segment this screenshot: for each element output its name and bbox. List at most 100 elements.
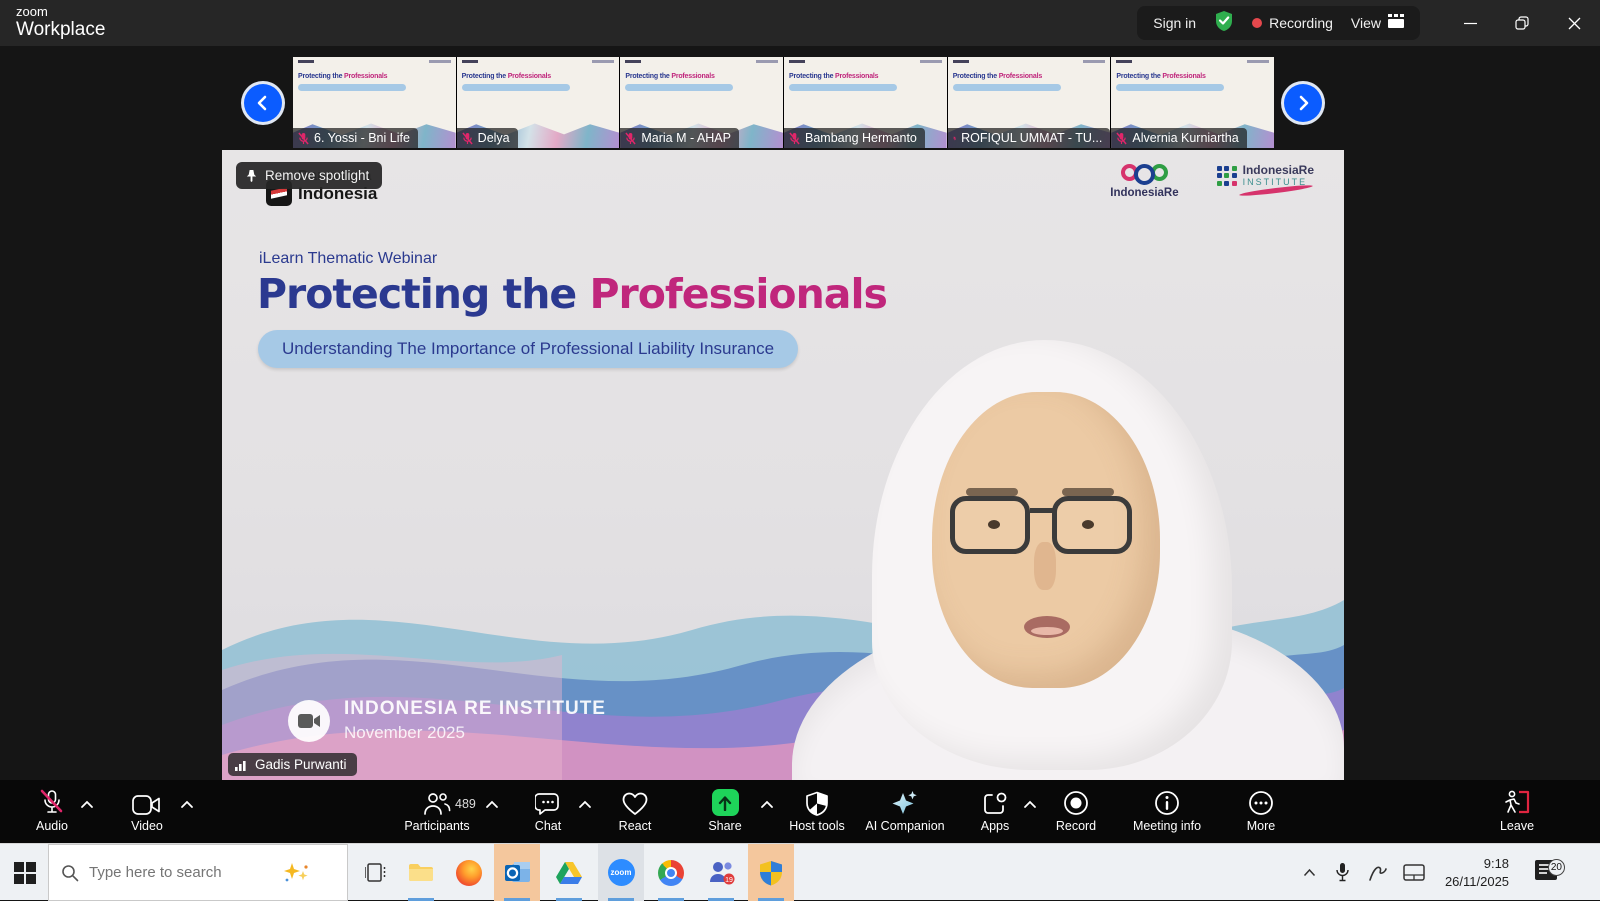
- pin-icon: [245, 169, 258, 183]
- slide-title-part1: Protecting the: [257, 270, 589, 318]
- outlook-icon: [504, 861, 531, 885]
- chrome-taskbar-icon[interactable]: [648, 844, 694, 901]
- minimize-button[interactable]: [1444, 0, 1496, 46]
- chevron-up-icon: [1303, 868, 1316, 877]
- participant-thumbnail[interactable]: Protecting the Professionals Alvernia Ku…: [1111, 57, 1274, 148]
- filmstrip-prev-button[interactable]: [244, 84, 282, 122]
- clock-time: 9:18: [1445, 855, 1509, 873]
- notification-center-button[interactable]: 20: [1524, 844, 1568, 901]
- tray-pen-button[interactable]: [1363, 844, 1393, 901]
- participant-thumbnail[interactable]: Protecting the Professionals Bambang Her…: [784, 57, 947, 148]
- teams-taskbar-icon[interactable]: 19: [698, 844, 744, 901]
- recording-indicator[interactable]: Recording: [1252, 15, 1333, 31]
- mini-slide-subtitle: [298, 84, 406, 91]
- indonesia-re-institute-logo: IndonesiaRe INSTITUTE: [1217, 164, 1314, 187]
- mini-slide-logos: [462, 60, 615, 63]
- file-explorer-taskbar-icon[interactable]: [398, 844, 444, 901]
- search-highlights-sparkle-icon: [279, 861, 313, 885]
- participant-name: Delya: [478, 131, 510, 145]
- clock-date: 26/11/2025: [1445, 873, 1509, 891]
- tray-mic-button[interactable]: [1328, 844, 1356, 901]
- brand-workplace: Workplace: [16, 20, 105, 39]
- muted-mic-icon: [462, 132, 473, 145]
- taskbar-search[interactable]: [48, 844, 348, 901]
- view-button[interactable]: View: [1351, 14, 1404, 33]
- task-view-icon: [365, 863, 386, 882]
- mini-slide-subtitle: [625, 84, 733, 91]
- video-caret[interactable]: [180, 800, 194, 810]
- mini-slide-title: Protecting the Professionals: [1116, 73, 1205, 80]
- indonesia-re-logo: IndonesiaRe: [1110, 164, 1178, 199]
- windows-taskbar: zoom 19 9:18 26/11/2025 20: [0, 843, 1600, 900]
- mini-slide-title: Protecting the Professionals: [298, 73, 387, 80]
- participant-nametag: ROFIQUL UMMAT - TU...: [948, 128, 1111, 148]
- notification-badge: 20: [1548, 859, 1565, 876]
- zoom-taskbar-icon[interactable]: zoom: [598, 844, 644, 901]
- muted-mic-icon: [953, 132, 956, 145]
- more-button[interactable]: More: [1196, 780, 1326, 843]
- more-label: More: [1196, 819, 1326, 833]
- more-ellipsis-icon: [1196, 780, 1326, 816]
- close-button[interactable]: [1548, 0, 1600, 46]
- leave-button[interactable]: Leave: [1452, 780, 1582, 843]
- task-view-button[interactable]: [352, 844, 398, 901]
- participant-thumbnail[interactable]: Protecting the Professionals Delya: [457, 57, 620, 148]
- firefox-taskbar-icon[interactable]: [446, 844, 492, 901]
- start-button[interactable]: [2, 844, 48, 901]
- video-camera-icon: [82, 780, 212, 816]
- security-shield-icon[interactable]: [1214, 10, 1234, 37]
- windows-security-taskbar-icon[interactable]: [748, 844, 794, 901]
- outlook-taskbar-icon[interactable]: [494, 844, 540, 901]
- taskbar-clock[interactable]: 9:18 26/11/2025: [1438, 844, 1516, 901]
- zoom-app-icon: zoom: [608, 859, 635, 886]
- mini-slide-subtitle: [1116, 84, 1224, 91]
- muted-mic-icon: [298, 132, 309, 145]
- mini-slide-logos: [298, 60, 451, 63]
- tray-expand-button[interactable]: [1295, 844, 1323, 901]
- slide-subtitle-pill: Understanding The Importance of Professi…: [258, 330, 798, 368]
- slide-title-part2: Professionals: [589, 270, 886, 318]
- mini-slide-title: Protecting the Professionals: [789, 73, 878, 80]
- participant-name: ROFIQUL UMMAT - TU...: [961, 131, 1102, 145]
- tray-mic-icon: [1336, 863, 1349, 882]
- participant-nametag: Maria M - AHAP: [620, 128, 739, 148]
- filmstrip-next-button[interactable]: [1284, 84, 1322, 122]
- participants-count: 489: [455, 797, 476, 811]
- participant-thumbnail[interactable]: Protecting the Professionals 6. Yossi - …: [293, 57, 456, 148]
- muted-mic-icon: [789, 132, 800, 145]
- mini-slide-subtitle: [789, 84, 897, 91]
- view-grid-icon: [1388, 14, 1404, 33]
- participant-thumbnail[interactable]: Protecting the Professionals Maria M - A…: [620, 57, 783, 148]
- search-input[interactable]: [89, 864, 269, 881]
- participant-nametag: Alvernia Kurniartha: [1111, 128, 1246, 148]
- speaker-webcam: [782, 330, 1344, 780]
- participant-nametag: 6. Yossi - Bni Life: [293, 128, 418, 148]
- participant-nametag: Delya: [457, 128, 518, 148]
- spotlight-video[interactable]: Remove spotlight Danantara Indonesia Ind…: [222, 150, 1344, 780]
- camera-badge-icon: [288, 700, 330, 742]
- muted-mic-icon: [625, 132, 636, 145]
- remove-spotlight-button[interactable]: Remove spotlight: [236, 162, 382, 189]
- chrome-icon: [658, 860, 684, 886]
- mini-slide-title: Protecting the Professionals: [953, 73, 1042, 80]
- video-button[interactable]: Video: [82, 780, 212, 843]
- teams-icon: 19: [708, 860, 735, 885]
- speaker-nametag: Gadis Purwanti: [228, 753, 357, 776]
- svg-text:19: 19: [725, 877, 733, 884]
- security-shield-icon: [759, 860, 783, 886]
- google-drive-taskbar-icon[interactable]: [546, 844, 592, 901]
- search-icon: [61, 864, 79, 882]
- signal-bars-icon: [235, 759, 249, 771]
- slide-title: Protecting the Professionals: [257, 270, 887, 318]
- recording-label: Recording: [1269, 15, 1333, 31]
- zoom-toolbar: Audio Video Participants 489 Chat React: [0, 780, 1600, 843]
- participant-filmstrip: Protecting the Professionals 6. Yossi - …: [293, 57, 1274, 148]
- slide-kicker: iLearn Thematic Webinar: [259, 250, 437, 268]
- brand-zoom: zoom: [16, 5, 105, 18]
- remove-spotlight-label: Remove spotlight: [265, 168, 369, 183]
- restore-button[interactable]: [1496, 0, 1548, 46]
- view-label: View: [1351, 15, 1381, 31]
- participant-thumbnail[interactable]: Protecting the Professionals ROFIQUL UMM…: [948, 57, 1111, 148]
- sign-in-button[interactable]: Sign in: [1153, 15, 1196, 31]
- tray-touchpad-button[interactable]: [1398, 844, 1430, 901]
